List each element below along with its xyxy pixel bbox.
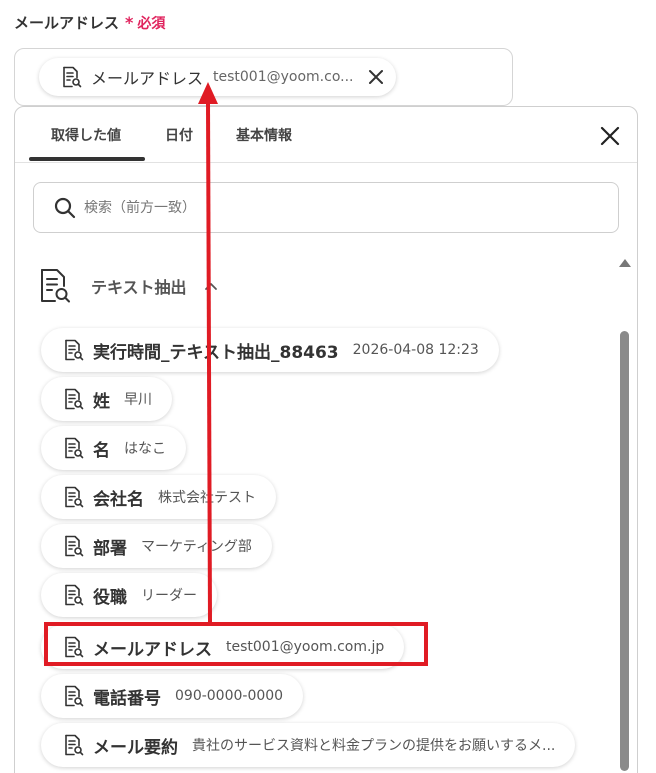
- variable-value: test001@yoom.com.jp: [226, 639, 385, 655]
- group-header-text-extraction[interactable]: テキスト抽出: [35, 267, 219, 305]
- variable-name: 姓: [93, 391, 110, 412]
- variable-item[interactable]: 電話番号 090-0000-0000: [41, 674, 304, 718]
- variable-name: メールアドレス: [93, 639, 212, 660]
- variable-item[interactable]: 役職 リーダー: [41, 573, 217, 617]
- document-search-icon: [65, 486, 84, 508]
- variable-item[interactable]: 会社名 株式会社テスト: [41, 475, 276, 519]
- document-search-icon: [65, 339, 84, 361]
- tab-acquired-values[interactable]: 取得した値: [51, 125, 121, 145]
- search-box: [33, 182, 619, 233]
- required-badge: 必須: [137, 15, 166, 32]
- selected-chip-value: test001@yoom.co...: [213, 69, 354, 85]
- active-tab-indicator: [29, 157, 145, 161]
- selected-variable-chip[interactable]: メールアドレス test001@yoom.co...: [39, 58, 396, 96]
- variable-value: 2026-04-08 12:23: [352, 342, 479, 358]
- scrollbar[interactable]: [618, 253, 632, 773]
- variable-value: 090-0000-0000: [175, 688, 284, 704]
- variable-value: 貴社のサービス資料と料金プランの提供をお願いするメ...: [192, 738, 556, 754]
- variable-name: 実行時間_テキスト抽出_88463: [93, 342, 339, 363]
- variable-item[interactable]: 名 はなこ: [41, 426, 186, 470]
- variable-name: 会社名: [93, 489, 144, 510]
- variable-name: 部署: [93, 538, 127, 559]
- chevron-up-icon[interactable]: [203, 278, 219, 294]
- variable-item-email[interactable]: メールアドレス test001@yoom.com.jp: [41, 625, 405, 669]
- variable-value: 株式会社テスト: [158, 490, 256, 506]
- document-search-icon: [65, 636, 84, 658]
- document-search-icon: [63, 66, 82, 88]
- remove-chip-button[interactable]: [366, 67, 386, 87]
- variable-item[interactable]: 実行時間_テキスト抽出_88463 2026-04-08 12:23: [41, 328, 499, 372]
- variable-value: リーダー: [141, 588, 197, 604]
- field-label-text: メールアドレス: [14, 14, 120, 32]
- variable-value: はなこ: [124, 441, 166, 457]
- tab-bar: 取得した値 日付 基本情報: [15, 107, 637, 163]
- variable-picker-panel: 取得した値 日付 基本情報 テキスト抽出 実行時間_テキスト抽出_88463 2…: [14, 106, 638, 773]
- document-search-icon: [65, 388, 84, 410]
- variable-value: 早川: [124, 392, 152, 408]
- document-search-icon: [65, 685, 84, 707]
- variable-item[interactable]: メール要約 貴社のサービス資料と料金プランの提供をお願いするメ...: [41, 723, 576, 767]
- variable-name: 名: [93, 440, 110, 461]
- document-search-icon: [41, 269, 70, 303]
- required-asterisk: *: [125, 13, 134, 32]
- scroll-up-arrow-icon[interactable]: [619, 259, 631, 267]
- document-search-icon: [65, 734, 84, 756]
- selected-chip-name: メールアドレス: [91, 69, 204, 88]
- group-title: テキスト抽出: [91, 278, 187, 297]
- search-icon: [54, 197, 76, 218]
- document-search-icon: [65, 535, 84, 557]
- document-search-icon: [65, 437, 84, 459]
- variable-item[interactable]: 姓 早川: [41, 377, 172, 421]
- variable-value: マーケティング部: [141, 539, 252, 555]
- field-label: メールアドレス * 必須: [14, 12, 165, 33]
- variable-name: 役職: [93, 587, 127, 608]
- variable-item[interactable]: 部署 マーケティング部: [41, 524, 272, 568]
- tab-basic-info[interactable]: 基本情報: [236, 125, 292, 145]
- search-input[interactable]: [84, 199, 584, 216]
- email-field[interactable]: メールアドレス test001@yoom.co...: [14, 48, 513, 106]
- variable-name: 電話番号: [93, 688, 161, 709]
- close-icon[interactable]: [599, 125, 621, 147]
- close-icon: [368, 70, 383, 84]
- tab-date[interactable]: 日付: [165, 125, 193, 145]
- scrollbar-thumb[interactable]: [620, 331, 629, 771]
- document-search-icon: [65, 584, 84, 606]
- variable-name: メール要約: [93, 737, 178, 758]
